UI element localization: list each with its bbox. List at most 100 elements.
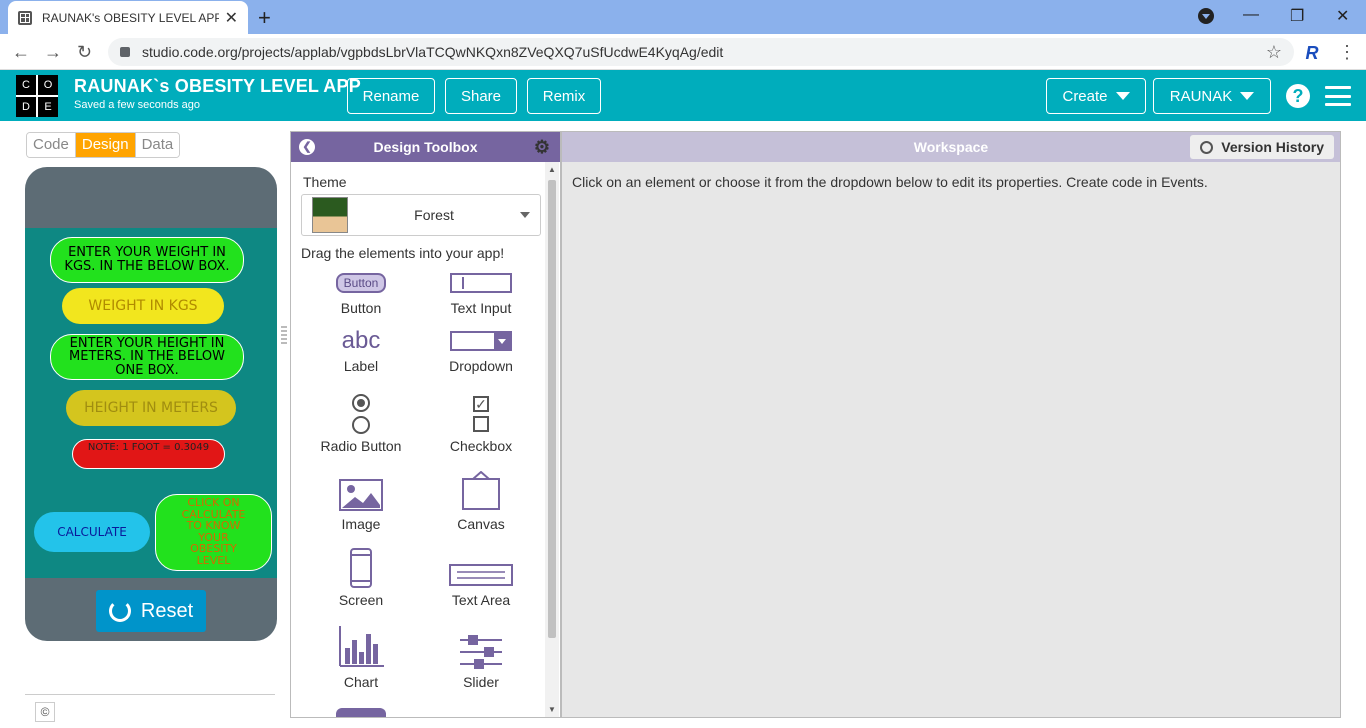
tool-checkbox[interactable]: ✓ Checkbox [421,394,541,454]
checkbox-empty-icon [473,416,489,432]
text-input-tool-icon [450,273,512,293]
version-history-button[interactable]: Version History [1190,135,1334,159]
tool-label: Canvas [457,516,505,532]
back-icon[interactable]: ← [12,42,30,63]
toolbox-header: ❮ Design Toolbox ⚙ [291,132,560,162]
app-header: C O D E RAUNAK`s OBESITY LEVEL APP Saved… [0,70,1366,121]
copyright-icon[interactable]: © [35,702,55,722]
logo-letter: C [16,75,36,95]
workspace-title: Workspace [913,139,989,155]
tool-label: Text Input [450,300,512,316]
mode-toggle: Code Design Data [26,132,181,158]
restore-icon[interactable]: ❐ [1290,6,1304,26]
lock-icon [120,47,130,57]
create-menu-button[interactable]: Create [1046,78,1146,114]
tool-label: Screen [338,592,384,608]
caret-down-icon [1115,92,1130,100]
dropdown-tool-icon [450,331,512,351]
code-mode-tab[interactable]: Code [27,133,76,157]
version-history-label: Version History [1221,139,1324,155]
tool-radio-button[interactable]: Radio Button [301,394,421,454]
rename-button[interactable]: Rename [347,78,435,114]
calculate-button[interactable]: CALCULATE [34,512,150,552]
height-input[interactable]: HEIGHT IN METERS [66,390,236,426]
reset-button[interactable]: Reset [96,590,206,632]
scrollbar-thumb[interactable] [548,180,556,638]
tool-label: Radio Button [320,438,402,454]
clock-icon [1200,140,1214,154]
obesity-hint-label[interactable]: CLICK ON CALCULATE TO KNOW YOUR OBESITY … [155,494,272,571]
weight-prompt-label[interactable]: ENTER YOUR WEIGHT IN KGS. IN THE BELOW B… [50,237,244,283]
profile-avatar[interactable]: R [1300,41,1324,65]
tool-dropdown[interactable]: Dropdown [421,328,541,374]
user-menu-button[interactable]: RAUNAK [1153,78,1271,114]
tool-label[interactable]: abc Label [301,327,421,374]
tool-partial[interactable] [301,708,421,717]
toolbox-scrollbar[interactable]: ▲ ▼ [545,162,559,717]
text-area-tool-icon [449,564,513,586]
reset-icon [108,600,131,622]
theme-dropdown[interactable]: Forest [301,194,541,236]
bookmark-star-icon[interactable]: ☆ [1266,42,1282,63]
tool-canvas[interactable]: Canvas [421,470,541,532]
help-icon[interactable]: ? [1286,84,1310,108]
remix-button[interactable]: Remix [527,78,601,114]
design-mode-tab[interactable]: Design [75,133,136,157]
footer-divider [25,694,275,695]
radio-empty-icon [352,416,370,434]
code-org-logo[interactable]: C O D E [16,75,58,117]
workspace-header: Workspace Version History [562,132,1340,162]
note-label[interactable]: NOTE: 1 FOOT = 0.3049 [72,439,225,469]
height-prompt-label[interactable]: ENTER YOUR HEIGHT IN METERS. IN THE BELO… [50,334,244,380]
tab-search-icon[interactable] [1198,6,1214,24]
tool-text-area[interactable]: Text Area [421,562,541,608]
reset-label: Reset [140,599,194,622]
url-text: studio.code.org/projects/applab/vgpbdsLb… [142,44,724,60]
project-title: RAUNAK`s OBESITY LEVEL APP [74,76,361,96]
tool-label: Button [340,300,382,316]
scroll-up-icon[interactable]: ▲ [548,165,556,174]
url-field[interactable]: studio.code.org/projects/applab/vgpbdsLb… [108,38,1294,66]
collapse-toolbox-icon[interactable]: ❮ [299,139,315,155]
workspace-panel: Workspace Version History Click on an el… [561,131,1341,718]
address-bar: ← → ↻ studio.code.org/projects/applab/vg… [0,34,1366,70]
checkbox-checked-icon: ✓ [473,396,489,412]
tool-label: Label [343,358,379,374]
workspace-hint: Click on an element or choose it from th… [572,174,1208,190]
gear-icon[interactable]: ⚙ [534,137,550,158]
drag-hint: Drag the elements into your app! [301,245,505,261]
forward-icon[interactable]: → [44,42,62,63]
toolbox-title: Design Toolbox [373,139,478,155]
photo-tool-icon [336,708,386,717]
reload-icon[interactable]: ↻ [77,42,92,63]
tool-text-input[interactable]: Text Input [421,270,541,316]
logo-letter: O [38,75,58,95]
button-tool-icon: Button [335,273,387,293]
resize-handle[interactable] [281,326,287,344]
hamburger-menu-icon[interactable] [1325,86,1351,106]
tool-slider[interactable]: Slider [421,634,541,690]
minimize-icon[interactable]: — [1243,6,1259,24]
share-button[interactable]: Share [445,78,517,114]
label-tool-icon: abc [341,327,381,354]
browser-menu-icon[interactable]: ⋮ [1338,42,1356,63]
tool-label: Slider [463,674,499,690]
scroll-down-icon[interactable]: ▼ [548,705,556,714]
theme-label: Theme [303,174,347,190]
tool-label: Image [341,516,381,532]
tool-button[interactable]: Button Button [301,270,421,316]
logo-letter: E [38,97,58,117]
data-mode-tab[interactable]: Data [135,133,180,157]
slider-tool-icon [460,635,502,669]
close-window-icon[interactable]: ✕ [1336,6,1349,26]
caret-down-icon [1240,92,1255,100]
browser-tab[interactable]: RAUNAK's OBESITY LEVEL APP - ✕ [8,1,248,34]
tool-screen[interactable]: Screen [301,548,421,608]
tool-image[interactable]: Image [301,478,421,532]
tab-close-icon[interactable]: ✕ [225,8,238,28]
tool-chart[interactable]: Chart [301,624,421,690]
save-status: Saved a few seconds ago [74,99,200,111]
logo-letter: D [16,97,36,117]
new-tab-icon[interactable]: + [258,5,271,31]
weight-input[interactable]: WEIGHT IN KGS [62,288,224,324]
